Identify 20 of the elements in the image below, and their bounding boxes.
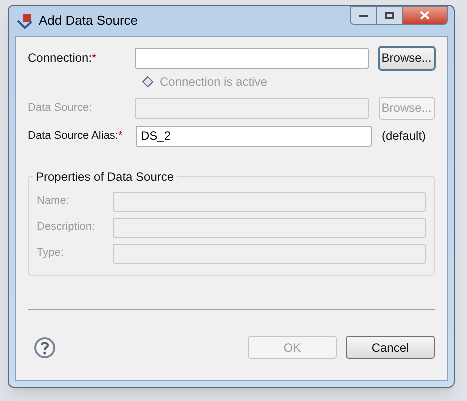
alias-label: Data Source Alias:* [28, 128, 124, 144]
help-icon[interactable] [34, 336, 56, 358]
connection-status: Connection is active [160, 74, 268, 91]
close-button[interactable] [403, 6, 448, 25]
diamond-icon [142, 76, 154, 88]
window-title: Add Data Source [39, 12, 140, 30]
data-source-label: Data Source: [28, 100, 94, 116]
property-label: Type: [37, 246, 65, 262]
default-note: (default) [382, 128, 426, 145]
browse-button[interactable]: Browse... [378, 46, 435, 70]
property-label: Name: [37, 194, 70, 210]
maximize-button[interactable] [377, 6, 403, 25]
dialog-button[interactable]: Cancel [346, 336, 435, 359]
property-label: Description: [37, 220, 96, 236]
minimize-button[interactable] [350, 6, 377, 25]
close-icon [420, 11, 430, 20]
app-icon [17, 13, 33, 29]
connection-field[interactable] [134, 48, 369, 68]
connection-label: Connection:* [28, 50, 98, 67]
alias-field[interactable]: DS_2 [136, 126, 372, 146]
